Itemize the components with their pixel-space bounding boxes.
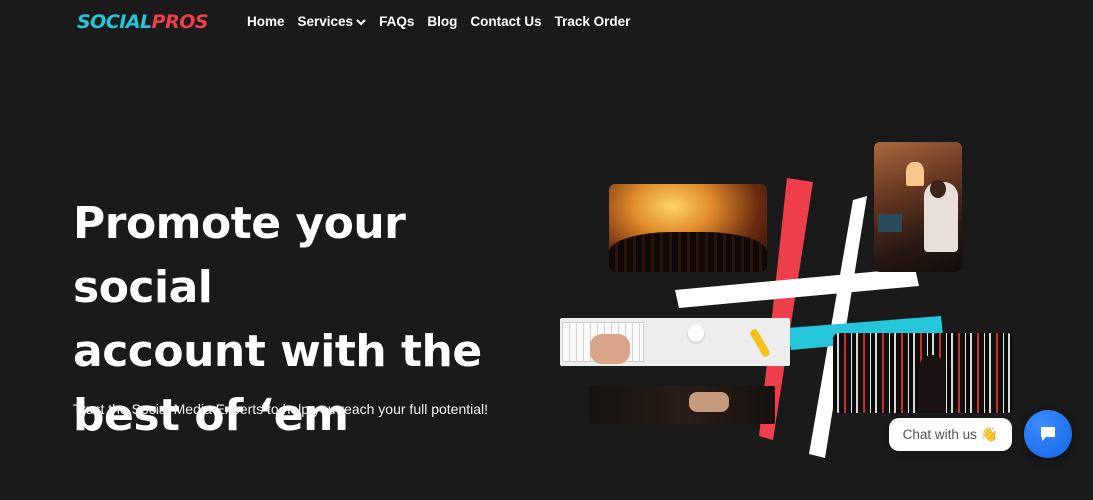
nav-track-order[interactable]: Track Order [555, 14, 631, 29]
phone-hands-photo [589, 386, 775, 424]
hero-title-line-1: Promote your social [73, 198, 406, 313]
hero-subtitle: Trust the Social Media Experts to help y… [73, 401, 489, 417]
nav-faqs[interactable]: FAQs [379, 14, 414, 29]
nav-services[interactable]: Services [298, 14, 367, 29]
desk-worker-photo [874, 142, 962, 272]
main-menu: Home Services FAQs Blog Contact Us Track… [247, 14, 630, 29]
keyboard-photo [560, 318, 790, 366]
site-logo[interactable]: SOCIALPROS [75, 8, 209, 36]
chat-label: Chat with us [902, 427, 977, 442]
chevron-down-icon [356, 18, 366, 25]
logo-wordmark: SOCIALPROS [77, 11, 209, 33]
neon-lights-photo [833, 333, 1013, 413]
chat-with-us-bubble[interactable]: Chat with us 👋 [889, 418, 1012, 451]
concert-photo [609, 184, 767, 272]
nav-services-label: Services [297, 14, 354, 29]
waving-hand-icon: 👋 [980, 426, 999, 442]
nav-contact-us[interactable]: Contact Us [470, 14, 541, 29]
hero-title-line-2: account with the [73, 326, 482, 377]
top-navigation: SOCIALPROS Home Services FAQs Blog Conta… [0, 0, 1093, 46]
nav-home[interactable]: Home [247, 14, 285, 29]
chat-launcher-button[interactable] [1024, 410, 1072, 458]
chat-icon [1041, 427, 1055, 441]
nav-blog[interactable]: Blog [427, 14, 457, 29]
